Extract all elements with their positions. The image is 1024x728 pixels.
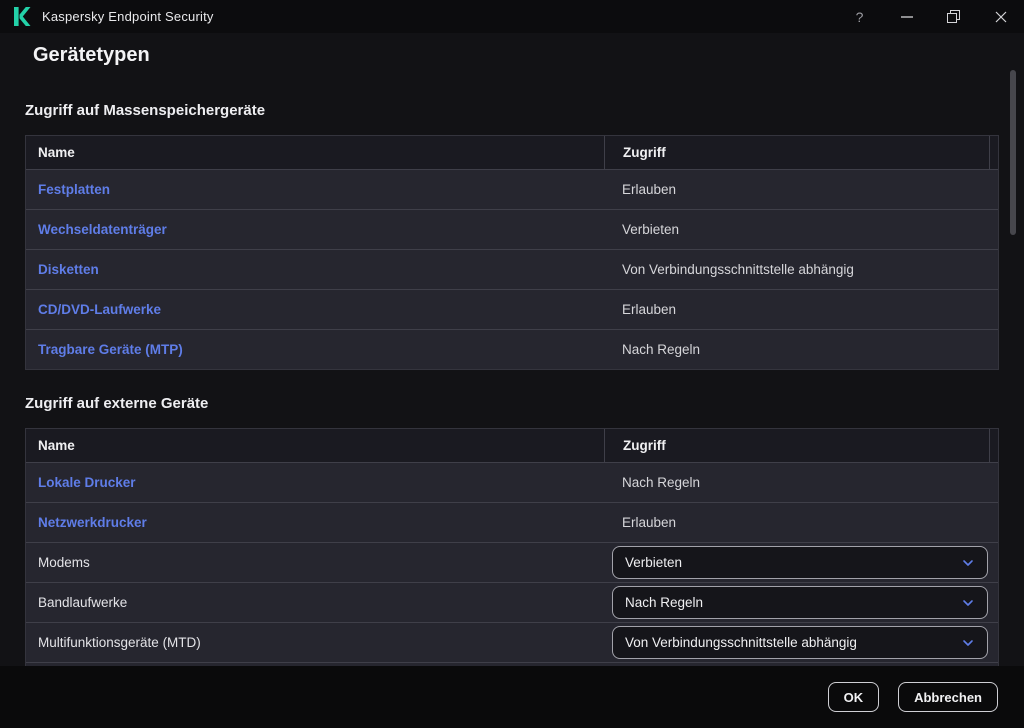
title-bar: Kaspersky Endpoint Security ?	[0, 0, 1024, 33]
access-value: Verbieten	[604, 210, 998, 249]
access-value: Erlauben	[604, 170, 998, 209]
access-cell: Von Verbindungsschnittstelle abhängig	[604, 623, 998, 662]
table-header-row: NameZugriff	[26, 429, 998, 462]
app-title: Kaspersky Endpoint Security	[42, 9, 214, 24]
ok-button[interactable]: OK	[828, 682, 880, 712]
header-gutter	[989, 429, 998, 462]
access-select-value: Nach Regeln	[625, 595, 703, 610]
table-row: Bandlaufwerke Nach Regeln	[26, 582, 998, 622]
access-select[interactable]: Verbieten	[612, 546, 988, 579]
section-heading: Zugriff auf externe Geräte	[25, 395, 999, 412]
column-header-access: Zugriff	[604, 429, 989, 462]
device-link[interactable]: Tragbare Geräte (MTP)	[26, 342, 604, 357]
column-header-name: Name	[26, 136, 604, 169]
access-select[interactable]: Von Verbindungsschnittstelle abhängig	[612, 626, 988, 659]
device-name: Multifunktionsgeräte (MTD)	[26, 635, 604, 650]
device-link[interactable]: Wechseldatenträger	[26, 222, 604, 237]
dialog-footer: OK Abbrechen	[0, 666, 1024, 728]
help-button[interactable]: ?	[836, 0, 883, 33]
chevron-down-icon	[961, 596, 975, 610]
table-row: WechseldatenträgerVerbieten	[26, 209, 998, 249]
table-row: FestplattenErlauben	[26, 169, 998, 209]
table-row: Tragbare Geräte (MTP)Nach Regeln	[26, 329, 998, 369]
device-table: NameZugriffLokale DruckerNach RegelnNetz…	[25, 428, 999, 671]
device-link[interactable]: Festplatten	[26, 182, 604, 197]
device-link[interactable]: Lokale Drucker	[26, 475, 604, 490]
device-link[interactable]: Disketten	[26, 262, 604, 277]
page-title: Gerätetypen	[33, 44, 1024, 67]
device-section: Zugriff auf externe GeräteNameZugriffLok…	[25, 395, 999, 671]
access-select-value: Von Verbindungsschnittstelle abhängig	[625, 635, 857, 650]
access-value: Nach Regeln	[604, 330, 998, 369]
restore-button[interactable]	[930, 0, 977, 33]
access-cell: Verbieten	[604, 543, 998, 582]
section-heading: Zugriff auf Massenspeichergeräte	[25, 102, 999, 119]
header-gutter	[989, 136, 998, 169]
device-name: Modems	[26, 555, 604, 570]
table-row: Modems Verbieten	[26, 542, 998, 582]
access-value: Erlauben	[604, 503, 998, 542]
access-value: Von Verbindungsschnittstelle abhängig	[604, 250, 998, 289]
table-row: CD/DVD-LaufwerkeErlauben	[26, 289, 998, 329]
access-cell: Nach Regeln	[604, 583, 998, 622]
access-value: Erlauben	[604, 290, 998, 329]
device-table: NameZugriffFestplattenErlaubenWechseldat…	[25, 135, 999, 370]
access-select[interactable]: Nach Regeln	[612, 586, 988, 619]
column-header-name: Name	[26, 429, 604, 462]
table-header-row: NameZugriff	[26, 136, 998, 169]
table-row: Lokale DruckerNach Regeln	[26, 462, 998, 502]
close-button[interactable]	[977, 0, 1024, 33]
cancel-button[interactable]: Abbrechen	[898, 682, 998, 712]
access-select-value: Verbieten	[625, 555, 682, 570]
chevron-down-icon	[961, 636, 975, 650]
table-row: NetzwerkdruckerErlauben	[26, 502, 998, 542]
kaspersky-logo-icon	[14, 7, 32, 26]
window-controls: ?	[836, 0, 1024, 33]
device-name: Bandlaufwerke	[26, 595, 604, 610]
vertical-scrollbar[interactable]	[1010, 70, 1016, 235]
device-types-content: Zugriff auf MassenspeichergeräteNameZugr…	[0, 102, 1024, 671]
device-section: Zugriff auf Massenspeichergeräte NameZugr…	[25, 102, 999, 370]
minimize-button[interactable]	[883, 0, 930, 33]
device-link[interactable]: CD/DVD-Laufwerke	[26, 302, 604, 317]
chevron-down-icon	[961, 556, 975, 570]
column-header-access: Zugriff	[604, 136, 989, 169]
device-link[interactable]: Netzwerkdrucker	[26, 515, 604, 530]
table-row: DiskettenVon Verbindungsschnittstelle ab…	[26, 249, 998, 289]
table-row: Multifunktionsgeräte (MTD) Von Verbindung…	[26, 622, 998, 662]
access-value: Nach Regeln	[604, 463, 998, 502]
